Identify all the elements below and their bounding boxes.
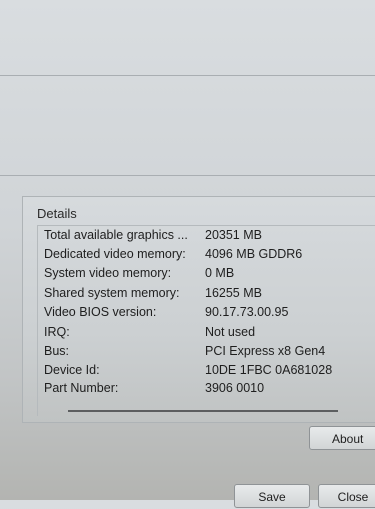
detail-label: Shared system memory: [44,286,180,300]
detail-value: 90.17.73.00.95 [205,305,289,319]
detail-label: Video BIOS version: [44,305,157,319]
close-button[interactable]: Close [318,484,375,508]
detail-label: Total available graphics ... [44,228,188,242]
detail-label: Dedicated video memory: [44,247,186,261]
detail-label: Bus: [44,344,70,358]
divider-line [0,175,375,176]
upper-empty-area [0,0,375,190]
detail-label: Part Number: [44,381,119,395]
detail-value: 3906 0010 [205,381,265,395]
save-button-label: Save [258,490,286,504]
detail-value: 16255 MB [205,286,262,300]
detail-value: 0 MB [205,266,235,280]
detail-value: 20351 MB [205,228,262,242]
details-panel: Details Total available graphics ... 203… [22,196,375,423]
save-button[interactable]: Save [234,484,310,508]
about-button-label: About [332,432,364,446]
close-button-label: Close [337,490,369,504]
detail-label: IRQ: [44,325,70,339]
detail-value: PCI Express x8 Gen4 [205,344,326,358]
detail-label: System video memory: [44,266,172,280]
about-button[interactable]: About [309,426,375,450]
detail-value: 4096 MB GDDR6 [205,247,303,261]
detail-value: Not used [205,325,256,339]
details-list[interactable]: Total available graphics ... 20351 MB De… [37,225,375,416]
divider-line [0,75,375,76]
horizontal-scrollbar[interactable] [68,410,338,412]
detail-label: Device Id: [44,363,100,377]
details-title: Details [37,206,77,221]
detail-value: 10DE 1FBC 0A681028 [205,363,333,377]
